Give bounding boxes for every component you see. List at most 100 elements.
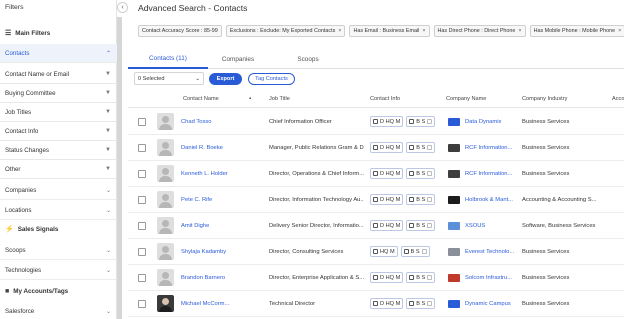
filter-job-titles[interactable]: Job Titles ▼ xyxy=(0,103,117,122)
filter-buying-committee[interactable]: Buying Committee ▼ xyxy=(0,84,117,103)
business-pill[interactable]: B S xyxy=(406,298,436,309)
signal-icon: ⚡ xyxy=(5,226,14,233)
email-pill[interactable]: D HQ M xyxy=(370,272,404,283)
filter-status-changes[interactable]: Status Changes ▼ xyxy=(0,141,117,160)
table-row[interactable]: Brandon Barnero Director, Enterprise Appl… xyxy=(128,265,624,291)
contact-name-link[interactable]: Chad Tosso xyxy=(181,109,253,135)
row-checkbox[interactable] xyxy=(138,118,146,126)
table-row[interactable]: Daniel R. Boeke Manager, Public Relations… xyxy=(128,135,624,161)
tab-scoops[interactable]: Scoops xyxy=(278,50,338,69)
business-pill[interactable]: B S xyxy=(406,142,436,153)
filter-chip[interactable]: Has Direct Phone : Direct Phone × xyxy=(433,25,526,37)
business-pill[interactable]: B S xyxy=(400,246,430,257)
contact-name-link[interactable]: Shylaja Kadamby xyxy=(181,239,253,265)
contact-name-link[interactable]: Daniel R. Boeke xyxy=(181,135,253,161)
row-checkbox[interactable] xyxy=(138,196,146,204)
business-pill[interactable]: B S xyxy=(406,272,436,283)
chevron-down-icon: ⌄ xyxy=(105,207,111,214)
tab-contacts[interactable]: Contacts (11) xyxy=(128,50,208,69)
my-accounts-section[interactable]: ■ My Accounts/Tags xyxy=(0,282,117,300)
contact-name-link[interactable]: Michael McCorm... xyxy=(181,291,253,317)
table-row[interactable]: Shylaja Kadamby Director, Consulting Serv… xyxy=(128,239,624,265)
filter-contact-name-or-email[interactable]: Contact Name or Email ▼ xyxy=(0,65,117,84)
filter-contact-info[interactable]: Contact Info ▼ xyxy=(0,122,117,141)
sidebar-item-locations[interactable]: Locations ⌄ xyxy=(0,201,117,220)
row-checkbox[interactable] xyxy=(138,300,146,308)
filter-chip[interactable]: Has Mobile Phone : Mobile Phone × xyxy=(529,25,624,37)
chip-label: Contact Accuracy Score : 85-99 xyxy=(142,28,218,34)
sidebar-item-technologies[interactable]: Technologies ⌄ xyxy=(0,261,117,280)
column-contact-info[interactable]: Contact Info xyxy=(370,90,400,108)
business-pill[interactable]: B S xyxy=(406,194,436,205)
company-name-link[interactable]: Everest Technolo... xyxy=(465,239,515,265)
table-row[interactable]: Chad Tosso Chief Information Officer D HQ … xyxy=(128,109,624,135)
close-icon[interactable]: × xyxy=(422,28,425,34)
filters-sidebar: Filters ☰ Main Filters Contacts ⌃ Contac… xyxy=(0,0,117,319)
email-pill[interactable]: HQ M xyxy=(370,246,398,257)
chevron-down-icon: ⌄ xyxy=(105,308,111,315)
sidebar-item-salesforce[interactable]: Salesforce ⌄ xyxy=(0,302,117,319)
close-icon[interactable]: × xyxy=(518,28,521,34)
filter-other[interactable]: Other ▼ xyxy=(0,160,117,179)
company-name-link[interactable]: Data Dynamix xyxy=(465,109,515,135)
sidebar-item-contacts[interactable]: Contacts ⌃ xyxy=(0,44,117,63)
mobile-label: M xyxy=(395,196,401,203)
sidebar-item-scoops[interactable]: Scoops ⌄ xyxy=(0,241,117,260)
close-icon[interactable]: × xyxy=(338,28,341,34)
filter-label: Contact Name or Email xyxy=(5,70,69,78)
email-pill[interactable]: D HQ M xyxy=(370,142,404,153)
contact-info-pills: HQ MB S xyxy=(370,246,430,257)
filter-chip[interactable]: Contact Accuracy Score : 85-99 xyxy=(138,25,222,37)
sidebar-scrollbar[interactable] xyxy=(117,17,122,319)
contact-name-link[interactable]: Pete C. Rife xyxy=(181,187,253,213)
row-checkbox[interactable] xyxy=(138,222,146,230)
copy-icon xyxy=(421,249,427,254)
business-pill[interactable]: B S xyxy=(406,116,436,127)
filter-chip[interactable]: Exclusions : Exclude: My Exported Contac… xyxy=(225,25,346,37)
selection-dropdown[interactable]: 0 Selected ⌄ xyxy=(134,72,204,85)
main-filters-section[interactable]: ☰ Main Filters xyxy=(0,24,117,42)
email-pill[interactable]: D HQ M xyxy=(370,298,404,309)
tab-companies[interactable]: Companies xyxy=(208,50,268,69)
table-row[interactable]: Michael McCorm... Technical Director D HQ … xyxy=(128,291,624,317)
business-pill[interactable]: B S xyxy=(406,220,436,231)
column-company-name[interactable]: Company Name xyxy=(446,90,486,108)
contact-name-link[interactable]: Amit Dighe xyxy=(181,213,253,239)
table-row[interactable]: Pete C. Rife Director, Information Techno… xyxy=(128,187,624,213)
company-name-link[interactable]: Solcom Infrastru... xyxy=(465,265,515,291)
collapse-sidebar-button[interactable]: ‹ xyxy=(117,2,128,13)
sales-signals-section[interactable]: ⚡ Sales Signals xyxy=(0,220,117,238)
email-pill[interactable]: D HQ M xyxy=(370,220,404,231)
company-name-link[interactable]: Holbrook & Mant... xyxy=(465,187,515,213)
company-name-link[interactable]: Dynamic Campus xyxy=(465,291,515,317)
filter-chip[interactable]: Has Email : Business Email × xyxy=(349,25,430,37)
contact-name-link[interactable]: Brandon Barnero xyxy=(181,265,253,291)
company-name-link[interactable]: RCF Information... xyxy=(465,135,515,161)
mobile-label: M xyxy=(395,118,401,125)
company-name-link[interactable]: RCF Information... xyxy=(465,161,515,187)
column-contact-name[interactable]: Contact Name xyxy=(183,90,219,108)
row-checkbox[interactable] xyxy=(138,248,146,256)
email-pill[interactable]: D HQ M xyxy=(370,168,404,179)
job-title: Director, Enterprise Application & S... xyxy=(269,275,364,281)
contact-name-link[interactable]: Kenneth L. Holder xyxy=(181,161,253,187)
company-name-link[interactable]: XSOUS xyxy=(465,213,515,239)
email-pill[interactable]: D HQ M xyxy=(370,116,404,127)
business-pill[interactable]: B S xyxy=(406,168,436,179)
company-industry: Business Services xyxy=(522,275,570,281)
column-account[interactable]: Acco xyxy=(612,90,624,108)
table-row[interactable]: Amit Dighe Delivery Senior Director, Info… xyxy=(128,213,624,239)
contact-info-pills: D HQ MB S xyxy=(370,142,436,153)
table-row[interactable]: Kenneth L. Holder Director, Operations & … xyxy=(128,161,624,187)
close-icon[interactable]: × xyxy=(618,28,621,34)
tag-contacts-button[interactable]: Tag Contacts xyxy=(248,73,295,85)
row-checkbox[interactable] xyxy=(138,170,146,178)
s-label: S xyxy=(421,170,426,177)
export-button[interactable]: Export xyxy=(209,73,242,85)
row-checkbox[interactable] xyxy=(138,274,146,282)
email-pill[interactable]: D HQ M xyxy=(370,194,404,205)
row-checkbox[interactable] xyxy=(138,144,146,152)
column-company-industry[interactable]: Company Industry xyxy=(522,90,567,108)
sidebar-item-companies[interactable]: Companies ⌄ xyxy=(0,181,117,200)
column-job-title[interactable]: Job Title xyxy=(269,90,290,108)
